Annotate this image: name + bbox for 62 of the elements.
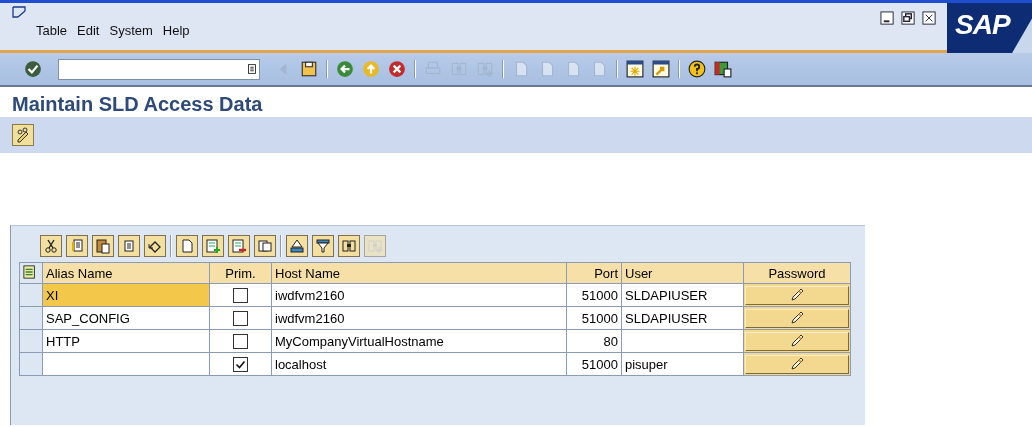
pencil-icon [789, 356, 805, 372]
column-header[interactable]: User [621, 262, 744, 284]
pencil-glasses-icon[interactable] [15, 127, 31, 143]
table-cell[interactable]: iwdfvm2160 [271, 306, 567, 330]
table-cell[interactable]: SLDAPIUSER [621, 283, 744, 307]
help-icon[interactable] [688, 60, 706, 78]
command-field[interactable] [58, 58, 260, 80]
checkmark-icon [234, 358, 247, 372]
scissors-icon[interactable] [43, 238, 59, 254]
table-cell[interactable]: SLDAPIUSER [621, 306, 744, 330]
table-cell[interactable]: XI [42, 283, 210, 307]
save-icon[interactable] [300, 60, 318, 78]
checkbox[interactable] [233, 334, 248, 350]
column-header[interactable]: Password [743, 262, 851, 284]
sort-icon[interactable] [289, 238, 305, 254]
checkbox[interactable] [233, 288, 248, 304]
filter-icon[interactable] [315, 238, 331, 254]
window-menu-icon[interactable] [12, 6, 26, 18]
pencil-icon [789, 333, 805, 349]
logo: SAP [947, 3, 1032, 53]
minimize-icon[interactable] [880, 11, 895, 26]
table-cell[interactable]: MyCompanyVirtualHostname [271, 329, 567, 353]
shortcut-icon[interactable] [652, 60, 670, 78]
column-header[interactable]: Host Name [271, 262, 567, 284]
password-button[interactable] [745, 308, 849, 328]
password-button[interactable] [745, 285, 849, 305]
table-cell[interactable]: HTTP [42, 329, 210, 353]
layout-icon[interactable] [714, 60, 732, 78]
delete-row-icon[interactable] [231, 238, 247, 254]
check-icon[interactable] [24, 60, 42, 78]
restore-icon[interactable] [901, 11, 916, 26]
menu-item[interactable]: System [109, 23, 153, 38]
table-cell[interactable]: iwdfvm2160 [271, 283, 567, 307]
column-header[interactable]: Prim. [209, 262, 272, 284]
password-button[interactable] [745, 331, 849, 351]
column-header[interactable]: Alias Name [42, 262, 210, 284]
menu-item[interactable]: Help [162, 23, 190, 38]
table-cell[interactable]: localhost [271, 352, 567, 376]
copy-icon[interactable] [69, 238, 85, 254]
insert-row-icon[interactable] [205, 238, 221, 254]
select-all-icon[interactable] [19, 262, 43, 284]
new-window-icon[interactable] [626, 60, 644, 78]
back-icon[interactable] [336, 60, 354, 78]
pencil-icon [789, 287, 805, 303]
binoculars-icon[interactable] [341, 238, 357, 254]
checkbox[interactable] [233, 311, 248, 327]
close-icon[interactable] [922, 11, 937, 26]
paste-icon[interactable] [95, 238, 111, 254]
column-header[interactable]: Port [566, 262, 622, 284]
page-icon[interactable] [179, 238, 195, 254]
cancel-icon[interactable] [388, 60, 406, 78]
table-cell[interactable] [42, 352, 210, 376]
password-button[interactable] [745, 354, 849, 374]
pencil-icon [789, 310, 805, 326]
menu-item[interactable]: Table [36, 23, 68, 38]
table-cell[interactable] [621, 329, 744, 353]
copy-row-icon[interactable] [257, 238, 273, 254]
table-cell[interactable]: SAP_CONFIG [42, 306, 210, 330]
checkbox[interactable] [233, 357, 248, 373]
screen-title: Maintain SLD Access Data [11, 92, 264, 117]
menu-item[interactable]: Edit [77, 23, 100, 38]
table-cell[interactable]: pisuper [621, 352, 744, 376]
